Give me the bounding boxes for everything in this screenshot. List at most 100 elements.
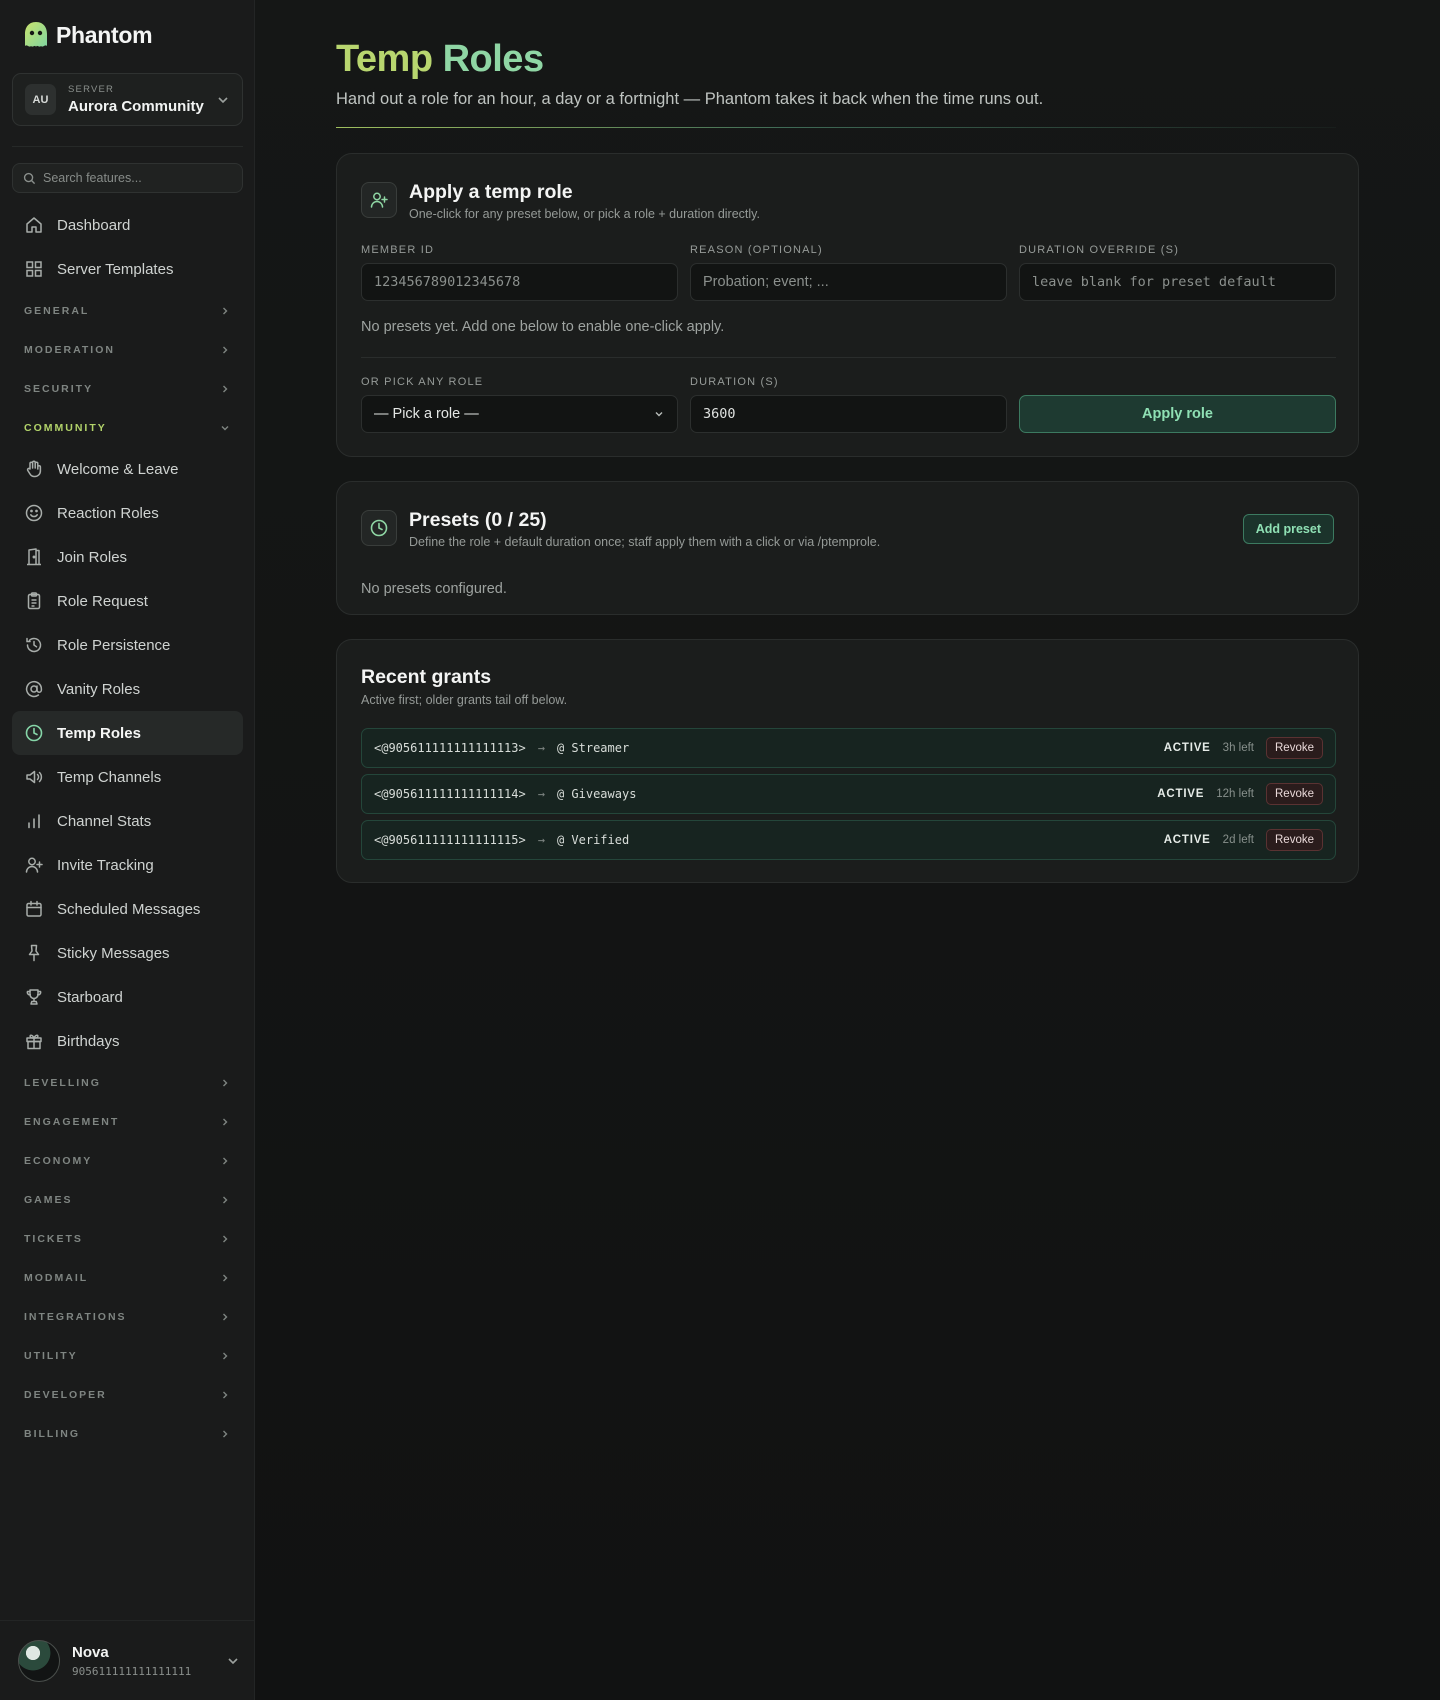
sidebar-item-label: Temp Roles bbox=[57, 724, 141, 742]
grant-member: <@905611111111111114> bbox=[374, 787, 526, 801]
search-input[interactable] bbox=[43, 171, 232, 185]
sidebar-item-label: Invite Tracking bbox=[57, 856, 154, 874]
sidebar-item-welcome-leave[interactable]: Welcome & Leave bbox=[12, 447, 243, 491]
server-avatar: AU bbox=[25, 84, 56, 115]
duration-override-input[interactable] bbox=[1032, 274, 1323, 290]
revoke-button[interactable]: Revoke bbox=[1266, 783, 1323, 805]
user-plus-icon bbox=[361, 182, 397, 218]
sidebar-item-role-persistence[interactable]: Role Persistence bbox=[12, 623, 243, 667]
section-label: INTEGRATIONS bbox=[24, 1310, 127, 1323]
server-caption: SERVER bbox=[68, 84, 115, 95]
sidebar-item-dashboard[interactable]: Dashboard bbox=[12, 203, 243, 247]
section-integrations[interactable]: INTEGRATIONS bbox=[12, 1297, 243, 1336]
apply-role-button[interactable]: Apply role bbox=[1019, 395, 1336, 433]
status-badge: ACTIVE bbox=[1163, 834, 1211, 846]
sidebar-item-scheduled-messages[interactable]: Scheduled Messages bbox=[12, 887, 243, 931]
sidebar-item-birthdays[interactable]: Birthdays bbox=[12, 1019, 243, 1063]
table-row: <@905611111111111115> → @ Verified ACTIV… bbox=[361, 820, 1336, 860]
member-id-input[interactable] bbox=[374, 274, 665, 290]
revoke-button[interactable]: Revoke bbox=[1266, 829, 1323, 851]
sidebar-item-sticky-messages[interactable]: Sticky Messages bbox=[12, 931, 243, 975]
chevron-right-icon bbox=[223, 1274, 228, 1281]
revoke-button[interactable]: Revoke bbox=[1266, 737, 1323, 759]
chevron-down-icon bbox=[221, 425, 229, 430]
section-moderation[interactable]: MODERATION bbox=[12, 330, 243, 369]
sidebar-item-temp-roles[interactable]: Temp Roles bbox=[12, 711, 243, 755]
chevron-right-icon bbox=[223, 1391, 228, 1398]
grant-role: @ Giveaways bbox=[556, 787, 637, 801]
user-divider bbox=[0, 1620, 255, 1621]
sidebar-item-server-templates[interactable]: Server Templates bbox=[12, 247, 243, 291]
table-row: <@905611111111111113> → @ Streamer ACTIV… bbox=[361, 728, 1336, 768]
server-switcher[interactable]: AU SERVER Aurora Community bbox=[12, 73, 243, 126]
sidebar-item-label: Server Templates bbox=[57, 260, 174, 278]
reason-label: REASON (OPTIONAL) bbox=[690, 244, 823, 256]
calendar-icon bbox=[26, 900, 42, 917]
presets-card-description: Define the role + default duration once;… bbox=[409, 535, 881, 549]
card-divider bbox=[361, 357, 1336, 358]
section-economy[interactable]: ECONOMY bbox=[12, 1141, 243, 1180]
chevron-down-icon bbox=[655, 412, 663, 417]
chevron-right-icon bbox=[223, 1352, 228, 1359]
chevron-right-icon bbox=[223, 1313, 228, 1320]
duration-field[interactable] bbox=[690, 395, 1007, 433]
section-levelling[interactable]: LEVELLING bbox=[12, 1063, 243, 1102]
section-label: DEVELOPER bbox=[24, 1388, 107, 1401]
trophy-icon bbox=[26, 989, 42, 1005]
sidebar-item-channel-stats[interactable]: Channel Stats bbox=[12, 799, 243, 843]
brand[interactable]: Phantom bbox=[22, 20, 153, 50]
section-utility[interactable]: UTILITY bbox=[12, 1336, 243, 1375]
sidebar-item-invite-tracking[interactable]: Invite Tracking bbox=[12, 843, 243, 887]
role-select-value: — Pick a role — bbox=[374, 406, 479, 422]
grant-arrow: → bbox=[537, 741, 545, 755]
sidebar-item-role-request[interactable]: Role Request bbox=[12, 579, 243, 623]
section-developer[interactable]: DEVELOPER bbox=[12, 1375, 243, 1414]
server-name: Aurora Community bbox=[68, 98, 204, 115]
reason-field[interactable] bbox=[690, 263, 1007, 301]
title-rule bbox=[336, 127, 1336, 128]
search-icon bbox=[23, 172, 36, 184]
section-billing[interactable]: BILLING bbox=[12, 1414, 243, 1453]
hand-icon bbox=[26, 460, 42, 478]
section-games[interactable]: GAMES bbox=[12, 1180, 243, 1219]
section-engagement[interactable]: ENGAGEMENT bbox=[12, 1102, 243, 1141]
chevron-right-icon bbox=[223, 1196, 228, 1203]
reason-input[interactable] bbox=[703, 274, 994, 290]
presets-empty-state: No presets configured. bbox=[361, 581, 507, 597]
section-label: UTILITY bbox=[24, 1349, 78, 1362]
sidebar-item-vanity-roles[interactable]: Vanity Roles bbox=[12, 667, 243, 711]
sidebar-item-label: Role Persistence bbox=[57, 636, 171, 654]
role-select[interactable]: — Pick a role — bbox=[361, 395, 678, 433]
section-label: GENERAL bbox=[24, 304, 90, 317]
grant-member: <@905611111111111115> bbox=[374, 833, 526, 847]
feature-search[interactable] bbox=[12, 163, 243, 193]
section-general[interactable]: GENERAL bbox=[12, 291, 243, 330]
member-id-field[interactable] bbox=[361, 263, 678, 301]
section-label: ECONOMY bbox=[24, 1154, 93, 1167]
pick-role-label: OR PICK ANY ROLE bbox=[361, 376, 484, 388]
sidebar-item-label: Sticky Messages bbox=[57, 944, 170, 962]
gift-icon bbox=[26, 1034, 42, 1050]
section-tickets[interactable]: TICKETS bbox=[12, 1219, 243, 1258]
brand-name: Phantom bbox=[56, 21, 153, 48]
user-menu[interactable]: Nova 905611111111111111 bbox=[18, 1638, 240, 1684]
smile-icon bbox=[25, 504, 43, 522]
chevron-right-icon bbox=[223, 1118, 228, 1125]
status-badge: ACTIVE bbox=[1163, 742, 1211, 754]
sidebar-item-reaction-roles[interactable]: Reaction Roles bbox=[12, 491, 243, 535]
section-modmail[interactable]: MODMAIL bbox=[12, 1258, 243, 1297]
bar-chart-icon bbox=[28, 814, 40, 829]
grant-arrow: → bbox=[537, 787, 545, 801]
sidebar-item-starboard[interactable]: Starboard bbox=[12, 975, 243, 1019]
sidebar-item-label: Vanity Roles bbox=[57, 680, 141, 698]
sidebar-item-join-roles[interactable]: Join Roles bbox=[12, 535, 243, 579]
add-preset-button[interactable]: Add preset bbox=[1242, 514, 1334, 544]
sidebar-item-temp-channels[interactable]: Temp Channels bbox=[12, 755, 243, 799]
user-id: 905611111111111111 bbox=[72, 1665, 192, 1678]
duration-input[interactable] bbox=[703, 406, 994, 422]
avatar bbox=[18, 1640, 60, 1682]
duration-override-field[interactable] bbox=[1019, 263, 1336, 301]
section-community[interactable]: COMMUNITY bbox=[12, 408, 243, 447]
section-security[interactable]: SECURITY bbox=[12, 369, 243, 408]
home-icon bbox=[26, 217, 42, 233]
